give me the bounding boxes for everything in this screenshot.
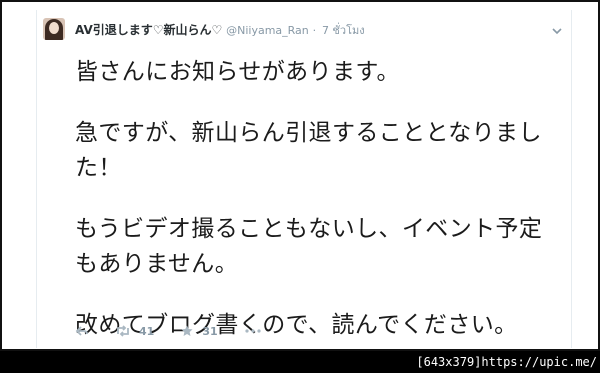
- reply-button[interactable]: [75, 325, 89, 337]
- timestamp[interactable]: 7 ชั่วโมง: [322, 24, 365, 37]
- tweet-line-3a: もうビデオ撮ることもないし、イベント予定: [75, 216, 543, 242]
- tweet-actions: 41 31: [75, 322, 288, 340]
- retweet-button[interactable]: 41: [115, 325, 154, 338]
- screenshot-frame: AV引退します♡新山らん♡ @Niiyama_Ran · 7 ชั่วโมง 皆…: [0, 0, 600, 351]
- chevron-down-icon[interactable]: [551, 25, 563, 37]
- favorite-button[interactable]: 31: [180, 324, 218, 338]
- tweet-line-3b: もありません。: [75, 251, 239, 277]
- tweet-line-2b: た！: [75, 155, 122, 181]
- tweet-card[interactable]: AV引退します♡新山らん♡ @Niiyama_Ran · 7 ชั่วโมง 皆…: [36, 10, 572, 348]
- retweet-icon: [115, 325, 131, 337]
- reply-icon: [75, 325, 89, 337]
- star-icon: [180, 324, 194, 338]
- separator: ·: [312, 24, 317, 37]
- image-caption: [643x379]https://upic.me/: [416, 355, 597, 369]
- tweet-header: AV引退します♡新山らん♡ @Niiyama_Ran · 7 ชั่วโมง: [75, 22, 365, 39]
- avatar[interactable]: [43, 18, 65, 40]
- handle[interactable]: @Niiyama_Ran: [226, 24, 309, 37]
- display-name[interactable]: AV引退します♡新山らん♡: [75, 23, 222, 37]
- more-button[interactable]: [244, 328, 262, 334]
- tweet-paragraph-2: 急ですが、新山らん引退することとなりまし た！: [75, 116, 565, 186]
- tweet-paragraph-1: 皆さんにお知らせがあります。: [75, 59, 400, 85]
- retweet-count: 41: [139, 324, 155, 338]
- favorite-count: 31: [202, 324, 218, 338]
- tweet-paragraph-3: もうビデオ撮ることもないし、イベント予定 もありません。: [75, 212, 565, 282]
- more-icon: [244, 328, 262, 334]
- tweet-line-2a: 急ですが、新山らん引退することとなりまし: [75, 120, 542, 146]
